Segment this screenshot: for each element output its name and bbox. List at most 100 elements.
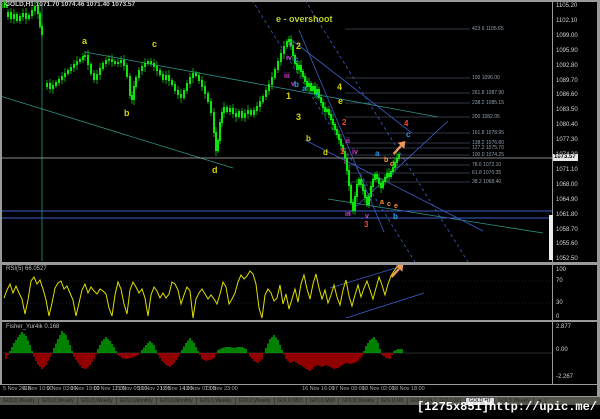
chart-tab[interactable]: GOLD,Monthly <box>117 397 157 405</box>
wave-label: 3 <box>296 112 302 122</box>
chart-tab[interactable]: GOLD,M30 <box>307 397 340 405</box>
time-axis-label: 18 Nov 02:00 <box>362 386 395 392</box>
wave-label: d <box>390 161 395 168</box>
fib-level-label: 200 1082.05 <box>472 114 500 120</box>
fib-level-label: 127.2 1075.70 <box>472 145 504 151</box>
fib-level-label: 161.8 1078.95 <box>472 130 504 136</box>
wave-label: c <box>152 39 158 49</box>
chart-tab[interactable]: GOLD,Monthly <box>157 397 197 405</box>
price-axis-label: 1061.80 <box>556 211 578 218</box>
wave-label: iii <box>345 211 351 218</box>
window-border-left <box>0 2 2 396</box>
wave-label: c <box>387 201 391 208</box>
wave-label: 2 <box>296 41 302 51</box>
price-axis-label: 1052.50 <box>556 256 578 263</box>
price-axis-label: 1099.00 <box>556 32 578 39</box>
rsi-axis-label: 30 <box>556 300 563 306</box>
wave-label: c <box>316 90 321 99</box>
chart-tab[interactable]: GOLD,Weekly <box>197 397 236 405</box>
symbol-ohlc-title: GOLD,H1 1071.70 1074.46 1071.40 1073.57 <box>5 1 136 8</box>
fib-level-label: 100.0 1074.25 <box>472 152 504 158</box>
fib-level-label: 61.8 1070.35 <box>472 170 502 176</box>
wave-label: a <box>82 36 88 46</box>
wave-label: d <box>212 165 218 175</box>
price-axis-label: 1064.90 <box>556 196 578 203</box>
chart-canvas[interactable] <box>0 0 600 419</box>
fib-level-label: 423.6 1105.65 <box>472 26 504 32</box>
fisher-axis-label: 0.00 <box>556 347 568 353</box>
wave-label: d <box>323 148 328 157</box>
time-axis-label: 18 Nov 18:00 <box>392 386 425 392</box>
rsi-axis-label: 0 <box>556 314 560 320</box>
fib-level-label: 38.2 1068.40 <box>472 179 502 185</box>
price-axis-label: 1102.10 <box>556 17 578 24</box>
rsi-axis-label: 70 <box>556 278 563 284</box>
price-axis-label: 1055.60 <box>556 241 578 248</box>
wave-label: 1 <box>340 147 345 156</box>
watermark-caption: [1275x851]http://upic.me/ <box>416 400 597 414</box>
wave-label: e <box>394 203 398 210</box>
chart-tab[interactable]: GOLD,Weekly <box>339 397 378 405</box>
wave-label: iv <box>352 149 358 156</box>
wave-label: v <box>365 213 369 220</box>
chart-tab[interactable]: GOLD,Weekly <box>236 397 275 405</box>
wave-label: b <box>393 212 398 221</box>
chart-tab[interactable]: GOLD,M15 <box>275 397 307 405</box>
price-axis-label: 1086.60 <box>556 92 578 99</box>
wave-label: c <box>406 130 411 139</box>
time-axis: 5 Nov 2015 6 Nov 10:00 9 Nov 03:00 9 Nov 19… <box>0 385 597 396</box>
wave-label: 4 <box>404 119 409 128</box>
mt4-chart-window: GOLD,H1 1071.70 1074.46 1071.40 1073.57 … <box>0 0 600 419</box>
fib-level-label: 261.8 1087.90 <box>472 90 504 96</box>
wave-label: b <box>384 157 389 164</box>
wave-label: 2 <box>342 118 347 127</box>
wave-label: i <box>344 159 346 166</box>
wave-label: a <box>302 84 307 93</box>
price-axis-label: 1089.70 <box>556 77 578 84</box>
wave-label: i <box>289 42 291 49</box>
wave-label: b <box>306 134 311 143</box>
wave-label: a <box>380 199 384 206</box>
wave-label: 3 <box>364 220 369 229</box>
chart-tab[interactable]: GOLD,Weekly <box>78 397 117 405</box>
price-axis-label: 1077.30 <box>556 137 578 144</box>
price-axis-divider <box>552 2 553 384</box>
price-axis-label: 1095.90 <box>556 47 578 54</box>
wave-label: 1 <box>286 91 292 101</box>
wave-label: a <box>375 149 380 158</box>
price-axis-label: 1074.20 <box>556 152 578 158</box>
axis-marker-bar <box>549 215 553 260</box>
price-axis-label: 1092.80 <box>556 62 578 69</box>
price-axis-label: 1080.40 <box>556 122 578 129</box>
wave-label: e <box>338 96 344 106</box>
fisher-axis-label: -2.267 <box>556 374 574 380</box>
rsi-indicator-label: RSI(5) 66.0527 <box>6 266 47 272</box>
wave-label: c <box>294 55 299 64</box>
rsi-axis-label: 100 <box>556 267 567 273</box>
fib-level-label: 238.2 1085.15 <box>472 100 504 106</box>
price-axis-label: 1058.70 <box>556 226 578 233</box>
fisher-panel-splitter[interactable] <box>0 320 597 322</box>
fisher-indicator-label: Fisher_Yur4ik 0.168 <box>6 324 60 330</box>
wave-label: b <box>294 80 299 89</box>
wave-label: b <box>124 108 130 118</box>
time-axis-label: 17 Nov 09:00 <box>332 386 365 392</box>
price-axis-label: 1071.10 <box>556 166 578 173</box>
chart-tab[interactable]: GOLD,M5 <box>378 397 408 405</box>
chart-tab[interactable]: GOLD,Weekly <box>39 397 78 405</box>
fisher-axis-label: 2.877 <box>556 324 572 330</box>
price-axis-label: 1105.20 <box>556 3 578 9</box>
wave-label: iv <box>286 55 292 62</box>
time-axis-label: 16 Nov 16:00 <box>302 386 335 392</box>
price-axis-label: 1083.50 <box>556 107 578 114</box>
time-axis-label: 13 Nov 23:00 <box>205 386 238 392</box>
chart-tab[interactable]: GOLD,Weekly <box>0 397 39 405</box>
fib-level-label: 100 1096.00 <box>472 75 500 81</box>
wave-label: iii <box>284 73 290 80</box>
wave-label: 4 <box>337 82 343 92</box>
fib-level-label: 78.6 1072.10 <box>472 162 502 168</box>
price-axis-label: 1068.00 <box>556 181 578 188</box>
rsi-panel-splitter[interactable] <box>0 262 597 265</box>
wave-label: ii <box>346 138 350 145</box>
overshoot-annotation: e - overshoot <box>276 14 333 24</box>
